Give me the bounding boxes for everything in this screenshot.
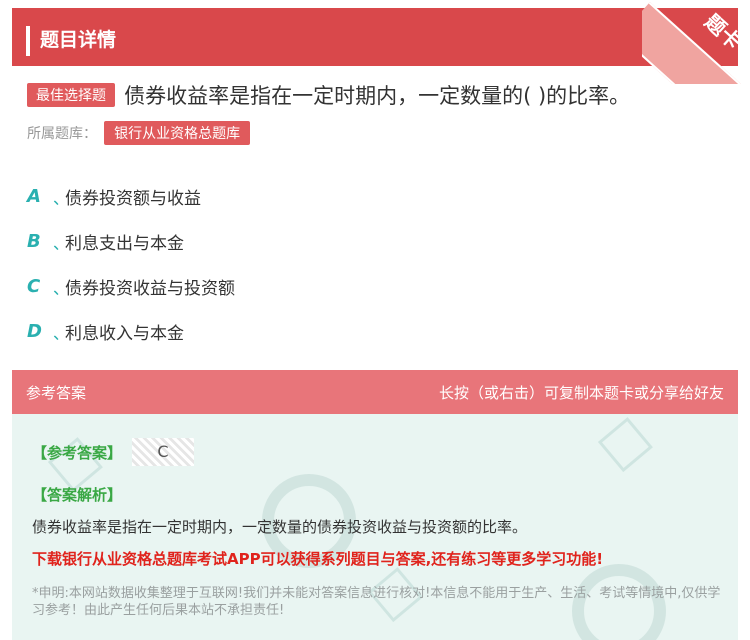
- option-text: 利息支出与本金: [65, 234, 184, 254]
- header-bar: 题目详情: [12, 8, 738, 66]
- question-bank-row: 所属题库： 银行从业资格总题库: [27, 121, 251, 145]
- question-text: 债券收益率是指在一定时期内，一定数量的( )的比率。: [124, 84, 631, 108]
- options-list: A 、 债券投资额与收益 B 、 利息支出与本金 C 、 债券投资收益与投资额 …: [27, 174, 235, 354]
- corner-ribbon: 题卡: [642, 0, 750, 84]
- option-separator: 、: [53, 323, 70, 343]
- question-type-tag: 最佳选择题: [27, 83, 115, 107]
- app-promo-link[interactable]: 下载银行从业资格总题库考试APP可以获得系列题目与答案,还有练习等更多学习功能!: [32, 548, 603, 569]
- answer-body: ☐ ☐ ☐ 【参考答案】 C 【答案解析】 债券收益率是指在一定时期内，一定数量…: [12, 414, 738, 640]
- analysis-label: 【答案解析】: [32, 486, 123, 504]
- option-separator: 、: [53, 188, 70, 208]
- option-letter: A: [27, 186, 41, 207]
- option-d[interactable]: D 、 利息收入与本金: [27, 309, 235, 354]
- option-text: 利息收入与本金: [65, 324, 184, 344]
- answer-header: 参考答案 长按（或右击）可复制本题卡或分享给好友: [12, 370, 738, 414]
- reference-answer-value: C: [132, 438, 194, 466]
- corner-ribbon-label: 题卡: [700, 9, 746, 54]
- option-text: 债券投资收益与投资额: [65, 279, 235, 299]
- question: 最佳选择题 债券收益率是指在一定时期内，一定数量的( )的比率。: [27, 80, 727, 110]
- page-title: 题目详情: [40, 29, 117, 51]
- disclaimer: *申明:本网站数据收集整理于互联网!我们并未能对答案信息进行核对!本信息不能用于…: [32, 586, 721, 618]
- header-accent-bar: [26, 26, 30, 56]
- option-text: 债券投资额与收益: [65, 189, 201, 209]
- option-letter: D: [27, 321, 42, 342]
- analysis-text: 债券收益率是指在一定时期内，一定数量的债券投资收益与投资额的比率。: [32, 518, 528, 536]
- watermark-glyph: ☐: [587, 414, 666, 486]
- option-letter: C: [27, 276, 41, 297]
- option-b[interactable]: B 、 利息支出与本金: [27, 219, 235, 264]
- option-c[interactable]: C 、 债券投资收益与投资额: [27, 264, 235, 309]
- bank-label: 所属题库：: [27, 126, 97, 142]
- option-letter: B: [27, 231, 41, 252]
- option-separator: 、: [53, 233, 70, 253]
- answer-section-title: 参考答案: [26, 384, 87, 402]
- bank-link[interactable]: 银行从业资格总题库: [104, 121, 251, 145]
- reference-answer-label: 【参考答案】: [32, 444, 123, 462]
- share-hint: 长按（或右击）可复制本题卡或分享给好友: [438, 384, 724, 402]
- option-separator: 、: [53, 278, 70, 298]
- option-a[interactable]: A 、 债券投资额与收益: [27, 174, 235, 219]
